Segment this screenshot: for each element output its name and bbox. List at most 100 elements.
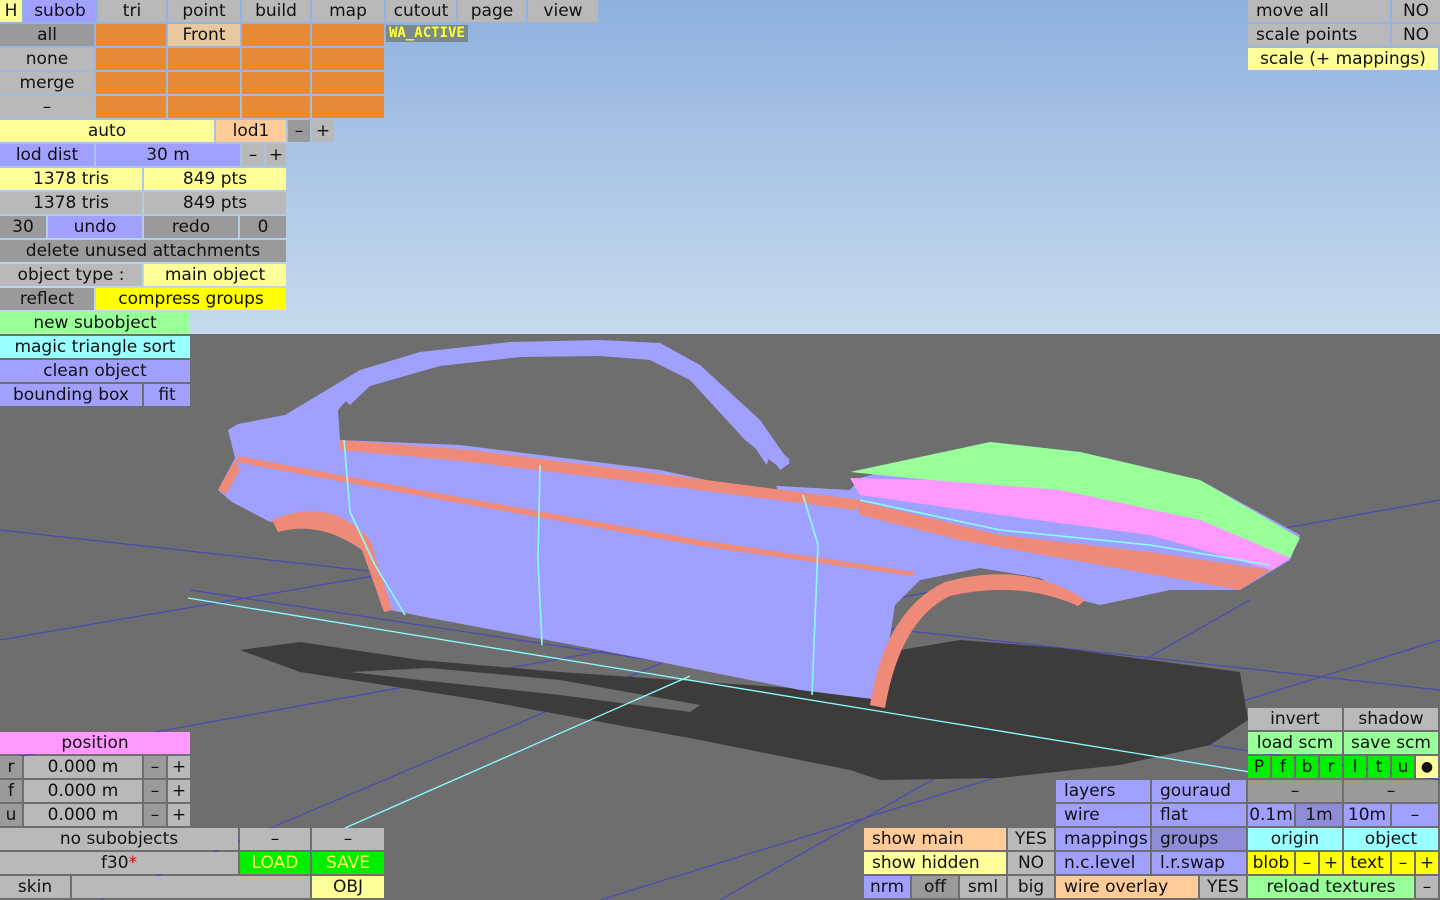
flat-button[interactable]: flat xyxy=(1152,804,1246,826)
text-minus-button[interactable]: – xyxy=(1392,852,1414,874)
lod-dist-minus-button[interactable]: – xyxy=(242,144,264,166)
wire-overlay-label[interactable]: wire overlay xyxy=(1056,876,1198,898)
blob-minus-button[interactable]: – xyxy=(1296,852,1318,874)
grid-10m-button[interactable]: 10m xyxy=(1344,804,1390,826)
scale-mappings-button[interactable]: scale (+ mappings) xyxy=(1248,48,1438,70)
view-cell[interactable] xyxy=(312,48,384,70)
wire-button[interactable]: wire xyxy=(1056,804,1150,826)
grid-minus-button[interactable]: – xyxy=(1392,804,1438,826)
off-button[interactable]: off xyxy=(912,876,958,898)
compress-groups-button[interactable]: compress groups xyxy=(96,288,286,310)
nrm-button[interactable]: nrm xyxy=(864,876,910,898)
menu-subob[interactable]: subob xyxy=(24,0,96,22)
scale-points-value[interactable]: NO xyxy=(1392,24,1440,46)
load-scm-button[interactable]: load scm xyxy=(1248,732,1342,754)
flag-p-toggle[interactable]: P xyxy=(1248,756,1270,778)
wire-overlay-value[interactable]: YES xyxy=(1200,876,1246,898)
gouraud-button[interactable]: gouraud xyxy=(1152,780,1246,802)
flag-l-toggle[interactable]: l xyxy=(1344,756,1366,778)
select-all-button[interactable]: all xyxy=(0,24,94,46)
bounding-box-button[interactable]: bounding box xyxy=(0,384,142,406)
file-name[interactable]: f30* xyxy=(0,852,238,874)
save-button[interactable]: SAVE xyxy=(312,852,384,874)
view-cell[interactable] xyxy=(312,24,384,46)
grid-01m-button[interactable]: 0.1m xyxy=(1248,804,1294,826)
reflect-button[interactable]: reflect xyxy=(0,288,94,310)
sml-button[interactable]: sml xyxy=(960,876,1006,898)
lod-minus-button[interactable]: – xyxy=(288,120,310,142)
object-type-value[interactable]: main object xyxy=(144,264,286,286)
axis-f-minus-button[interactable]: – xyxy=(144,780,166,802)
h-toggle[interactable]: H xyxy=(0,0,22,22)
scale-points-label[interactable]: scale points xyxy=(1248,24,1390,46)
lod-auto-button[interactable]: auto xyxy=(0,120,214,142)
view-cell[interactable] xyxy=(168,96,240,118)
flag-f-toggle[interactable]: f xyxy=(1272,756,1294,778)
axis-u-minus-button[interactable]: – xyxy=(144,804,166,826)
clean-object-button[interactable]: clean object xyxy=(0,360,190,382)
object-button[interactable]: object xyxy=(1344,828,1438,850)
lr-swap-button[interactable]: l.r.swap xyxy=(1152,852,1246,874)
flag-r-toggle[interactable]: r xyxy=(1320,756,1342,778)
view-cell[interactable] xyxy=(312,96,384,118)
view-cell[interactable] xyxy=(96,96,166,118)
view-front-button[interactable]: Front xyxy=(168,24,240,46)
flag-t-toggle[interactable]: t xyxy=(1368,756,1390,778)
move-all-value[interactable]: NO xyxy=(1392,0,1440,22)
origin-button[interactable]: origin xyxy=(1248,828,1342,850)
menu-build[interactable]: build xyxy=(242,0,310,22)
obj-button[interactable]: OBJ xyxy=(312,876,384,898)
axis-r-plus-button[interactable]: + xyxy=(168,756,190,778)
merge-button[interactable]: merge xyxy=(0,72,94,94)
view-cell[interactable] xyxy=(242,48,310,70)
view-cell[interactable] xyxy=(168,48,240,70)
view-cell[interactable] xyxy=(242,24,310,46)
lod-dist-value[interactable]: 30 m xyxy=(96,144,240,166)
lod-name[interactable]: lod1 xyxy=(216,120,286,142)
menu-page[interactable]: page xyxy=(458,0,526,22)
axis-f-value[interactable]: 0.000 m xyxy=(24,780,142,802)
reload-textures-button[interactable]: reload textures xyxy=(1248,876,1414,898)
magic-triangle-sort-button[interactable]: magic triangle sort xyxy=(0,336,190,358)
load-button[interactable]: LOAD xyxy=(240,852,310,874)
show-main-label[interactable]: show main xyxy=(864,828,1006,850)
mappings-button[interactable]: mappings xyxy=(1056,828,1150,850)
show-hidden-label[interactable]: show hidden xyxy=(864,852,1006,874)
layers-button[interactable]: layers xyxy=(1056,780,1150,802)
move-all-label[interactable]: move all xyxy=(1248,0,1390,22)
axis-u-plus-button[interactable]: + xyxy=(168,804,190,826)
reload-textures-minus-button[interactable]: – xyxy=(1416,876,1438,898)
big-button[interactable]: big xyxy=(1008,876,1054,898)
select-none-button[interactable]: none xyxy=(0,48,94,70)
dash-button[interactable]: – xyxy=(0,96,94,118)
menu-tri[interactable]: tri xyxy=(98,0,166,22)
axis-f-plus-button[interactable]: + xyxy=(168,780,190,802)
scm-dash-button-2[interactable]: – xyxy=(1344,780,1438,802)
grid-1m-button[interactable]: 1m xyxy=(1296,804,1342,826)
view-cell[interactable] xyxy=(96,72,166,94)
delete-unused-attachments-button[interactable]: delete unused attachments xyxy=(0,240,286,262)
menu-view[interactable]: view xyxy=(528,0,598,22)
text-label[interactable]: text xyxy=(1344,852,1390,874)
groups-button[interactable]: groups xyxy=(1152,828,1246,850)
view-cell[interactable] xyxy=(96,24,166,46)
axis-u-value[interactable]: 0.000 m xyxy=(24,804,142,826)
view-cell[interactable] xyxy=(96,48,166,70)
fit-button[interactable]: fit xyxy=(144,384,190,406)
scm-dash-button[interactable]: – xyxy=(1248,780,1342,802)
view-cell[interactable] xyxy=(312,72,384,94)
new-subobject-button[interactable]: new subobject xyxy=(0,312,190,334)
shadow-button[interactable]: shadow xyxy=(1344,708,1438,730)
subobject-dash-button[interactable]: – xyxy=(240,828,310,850)
blob-plus-button[interactable]: + xyxy=(1320,852,1342,874)
menu-map[interactable]: map xyxy=(312,0,384,22)
skin-field[interactable] xyxy=(72,876,310,898)
nc-level-button[interactable]: n.c.level xyxy=(1056,852,1150,874)
view-cell[interactable] xyxy=(168,72,240,94)
view-cell[interactable] xyxy=(242,96,310,118)
redo-button[interactable]: redo xyxy=(144,216,238,238)
flag-b-toggle[interactable]: b xyxy=(1296,756,1318,778)
show-hidden-value[interactable]: NO xyxy=(1008,852,1054,874)
text-plus-button[interactable]: + xyxy=(1416,852,1438,874)
save-scm-button[interactable]: save scm xyxy=(1344,732,1438,754)
